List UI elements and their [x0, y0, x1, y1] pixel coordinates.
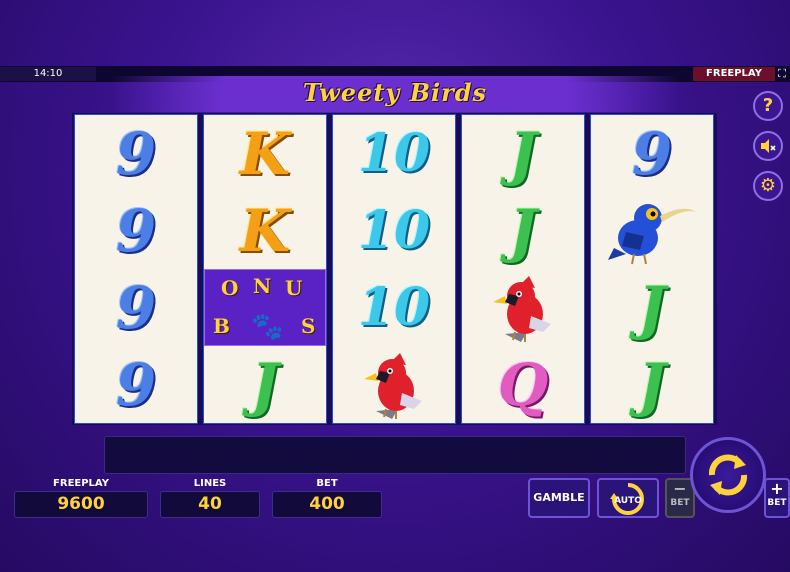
symbol-j: J [638, 273, 666, 342]
settings-button[interactable]: ⚙ [753, 171, 783, 201]
symbol-10: 10 [357, 199, 431, 261]
clock: 14:10 [0, 67, 96, 81]
spin-icon [708, 454, 748, 496]
symbol-9: 9 [115, 196, 157, 265]
lines-label: LINES [193, 478, 227, 489]
cardinal-bird-icon [462, 269, 584, 346]
autoplay-icon: AUTO [610, 483, 644, 515]
question-icon: ? [762, 95, 774, 116]
symbol-9: 9 [115, 273, 157, 342]
fullscreen-icon[interactable]: ⛶ [774, 67, 790, 81]
blue-hummingbird-icon [591, 192, 713, 269]
plus-icon: + [770, 479, 784, 498]
game-title: Tweety Birds [302, 78, 488, 107]
symbol-j: J [509, 196, 537, 265]
cardinal-bird-icon [493, 275, 551, 342]
symbol-9: 9 [631, 119, 673, 188]
gear-icon: ⚙ [759, 175, 777, 196]
bet-value: 400 [272, 491, 382, 518]
symbol-k: K [239, 196, 291, 265]
reel-1: 9 9 9 9 [74, 114, 198, 424]
bet-decrease-label: BET [670, 498, 690, 508]
bet-increase-label: BET [767, 498, 787, 508]
freeplay-balance: 9600 [14, 491, 148, 518]
gamble-button[interactable]: GAMBLE [528, 478, 590, 518]
freeplay-label: FREEPLAY [53, 478, 109, 489]
symbol-10: 10 [357, 122, 431, 184]
speaker-muted-icon [761, 139, 776, 153]
cardinal-bird-icon [333, 346, 455, 423]
minus-icon: − [673, 479, 687, 498]
reel-5: 9 J J [590, 114, 714, 424]
auto-label: AUTO [614, 496, 642, 506]
reel-2: K K O N U B S 🐾 J [203, 114, 327, 424]
symbol-j: J [638, 350, 666, 419]
message-bar [104, 436, 686, 474]
symbol-9: 9 [115, 350, 157, 419]
reel-3: 10 10 10 [332, 114, 456, 424]
cardinal-bird-icon [364, 352, 422, 419]
symbol-10: 10 [357, 276, 431, 338]
symbol-j: J [509, 119, 537, 188]
spin-button[interactable] [690, 437, 766, 513]
paw-icon: 🐾 [251, 312, 284, 342]
blue-hummingbird-icon [608, 203, 696, 264]
help-button[interactable]: ? [753, 91, 783, 121]
symbol-k: K [239, 119, 291, 188]
bonus-symbol: O N U B S 🐾 [204, 269, 326, 346]
symbol-j: J [251, 350, 279, 419]
lines-value: 40 [160, 491, 260, 518]
reels-area: 9 9 9 9 K K O N U B S 🐾 J 10 10 10 J J Q… [72, 113, 717, 425]
symbol-q: Q [497, 350, 549, 419]
symbol-9: 9 [115, 119, 157, 188]
bet-label: BET [316, 478, 338, 489]
reel-4: J J Q [461, 114, 585, 424]
sound-button[interactable] [753, 131, 783, 161]
freeplay-mode-badge: FREEPLAY [693, 67, 775, 81]
auto-button[interactable]: AUTO [597, 478, 659, 518]
bet-increase-button[interactable]: + BET [764, 478, 790, 518]
